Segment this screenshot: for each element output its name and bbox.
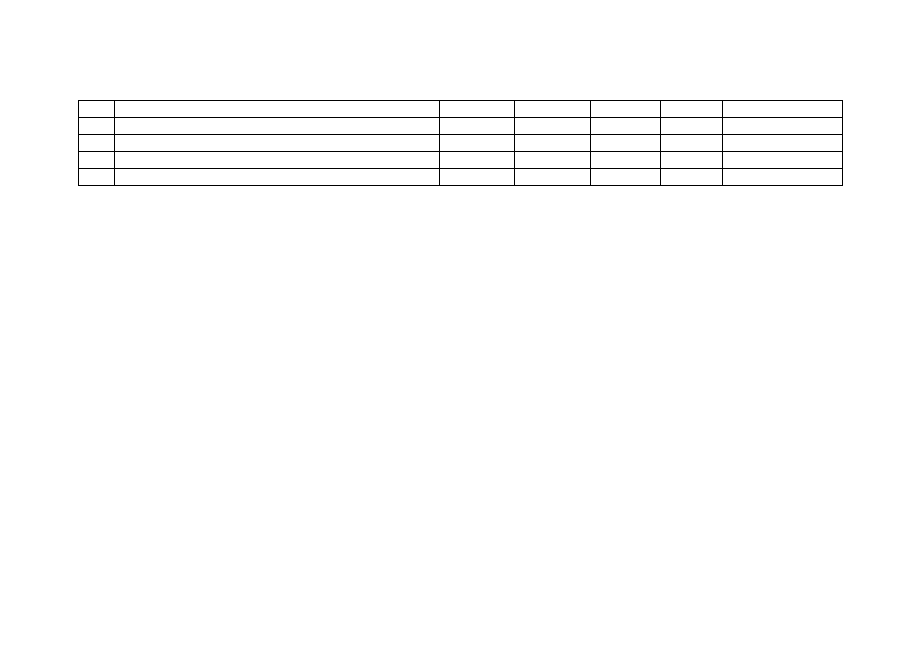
table-cell <box>515 135 591 152</box>
table-cell <box>114 135 439 152</box>
table-cell <box>114 101 439 118</box>
table-cell <box>79 169 115 186</box>
table-row <box>79 135 843 152</box>
table-cell <box>591 152 661 169</box>
table-cell <box>661 169 723 186</box>
table-cell <box>79 135 115 152</box>
table-cell <box>723 118 843 135</box>
table-cell <box>515 152 591 169</box>
table-cell <box>661 152 723 169</box>
table-row <box>79 169 843 186</box>
table-cell <box>439 118 515 135</box>
table-row <box>79 152 843 169</box>
table-cell <box>439 169 515 186</box>
table-cell <box>723 152 843 169</box>
table-cell <box>439 152 515 169</box>
table-cell <box>661 135 723 152</box>
table-cell <box>591 169 661 186</box>
table-cell <box>515 169 591 186</box>
table-cell <box>114 118 439 135</box>
table-cell <box>591 135 661 152</box>
table-cell <box>723 169 843 186</box>
table-cell <box>79 101 115 118</box>
table-cell <box>114 169 439 186</box>
table-cell <box>439 101 515 118</box>
data-table <box>78 100 843 186</box>
table-cell <box>114 152 439 169</box>
table-cell <box>661 101 723 118</box>
table-cell <box>79 118 115 135</box>
table-row <box>79 101 843 118</box>
table-cell <box>591 118 661 135</box>
table-cell <box>591 101 661 118</box>
table-cell <box>723 101 843 118</box>
table-cell <box>79 152 115 169</box>
table-cell <box>515 118 591 135</box>
table-cell <box>723 135 843 152</box>
table-cell <box>439 135 515 152</box>
table-cell <box>661 118 723 135</box>
table-container <box>78 100 843 186</box>
table-row <box>79 118 843 135</box>
table-cell <box>515 101 591 118</box>
